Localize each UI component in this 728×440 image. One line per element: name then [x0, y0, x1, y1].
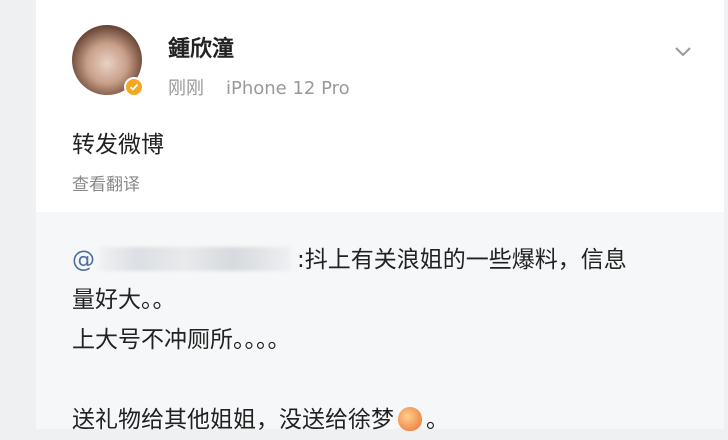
quoted-line-4 [72, 360, 712, 400]
quoted-line-5-text: 送礼物给其他姐姐，没送给徐梦 [72, 407, 394, 433]
quoted-line-1: @ :抖上有关浪姐的一些爆料，信息 [72, 240, 712, 280]
author-name[interactable]: 鍾欣潼 [168, 31, 234, 63]
quoted-line-1-text: :抖上有关浪姐的一些爆料，信息 [297, 247, 627, 273]
quoted-line-5: 送礼物给其他姐姐，没送给徐梦 。 [72, 400, 712, 440]
chevron-down-icon[interactable] [672, 40, 694, 62]
quoted-line-2: 量好大。。 [72, 287, 176, 313]
post-device: iPhone 12 Pro [226, 78, 350, 99]
translate-link[interactable]: 查看翻译 [72, 170, 140, 195]
post-meta: 刚刚 iPhone 12 Pro [168, 74, 350, 100]
peach-emoji-icon [398, 407, 422, 431]
mention-link[interactable]: @ [72, 247, 95, 273]
quoted-text: @ :抖上有关浪姐的一些爆料，信息 量好大。。 上大号不冲厕所。。。。 送礼物给其… [72, 240, 712, 440]
redacted-username [99, 247, 291, 271]
verified-badge-icon [124, 77, 144, 97]
repost-text: 转发微博 [72, 132, 164, 158]
quoted-line-3: 上大号不冲厕所。。。。 [72, 327, 291, 353]
quoted-line-5-end: 。 [426, 407, 449, 433]
post-time: 刚刚 [168, 78, 204, 99]
